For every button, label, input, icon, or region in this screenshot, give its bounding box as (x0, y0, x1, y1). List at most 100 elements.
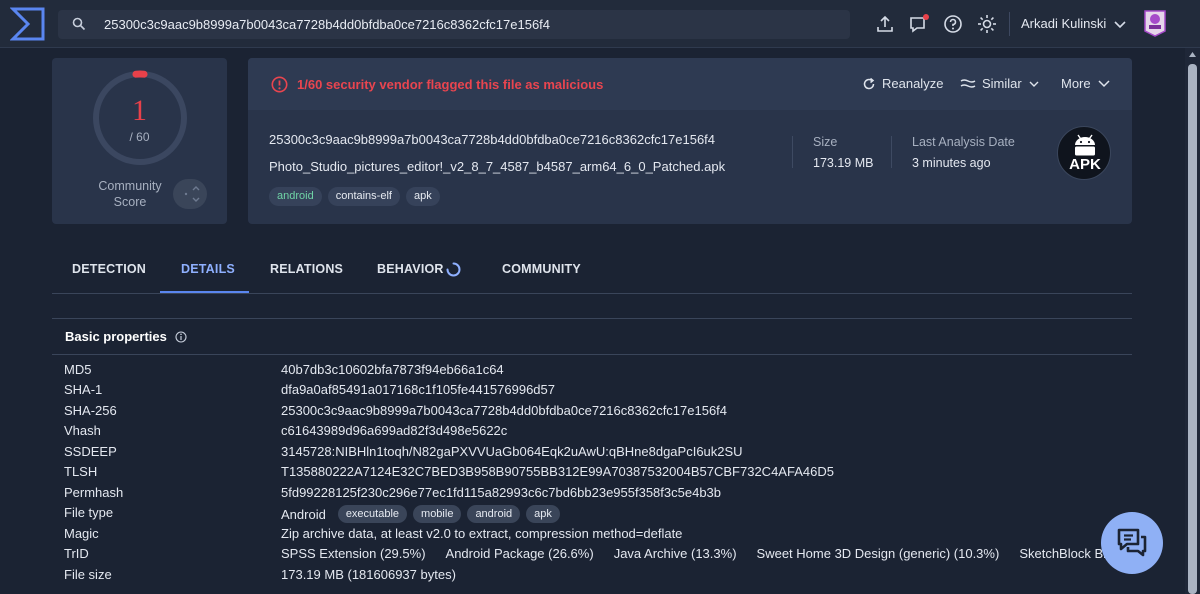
property-value[interactable]: 173.19 MB (181606937 bytes) (281, 567, 456, 582)
property-value[interactable]: dfa9a0af85491a017168c1f105fe441576996d57 (281, 382, 555, 397)
last-analysis-value: 3 minutes ago (912, 156, 991, 170)
property-key: File type (64, 505, 114, 520)
notifications-icon[interactable] (909, 14, 929, 34)
community-score-label: Community Score (80, 178, 180, 210)
upload-icon[interactable] (875, 14, 895, 34)
android-robot-icon (1075, 134, 1095, 156)
top-bar: Arkadi Kulinski (0, 0, 1200, 48)
property-key: SHA-1 (64, 382, 103, 397)
property-row-ssdeep: SSDEEP 3145728:NIBHln1toqh/N82gaPXVVUaGb… (52, 442, 1132, 462)
trid-item: SPSS Extension (29.5%) (281, 546, 426, 561)
property-row-tlsh: TLSH T135880222A7124E32C7BED3B958B90755B… (52, 462, 1132, 482)
trid-item: Android Package (26.6%) (445, 546, 594, 561)
tab-community[interactable]: COMMUNITY (502, 262, 581, 276)
search-bar[interactable] (58, 10, 850, 39)
alert-circle-icon (271, 76, 288, 93)
community-score-label-line1: Community (98, 179, 162, 193)
property-key: TrID (64, 546, 89, 561)
property-key: MD5 (64, 362, 92, 377)
avatar[interactable] (1143, 9, 1167, 37)
property-row-md5: MD5 40b7db3c10602bfa7873f94eb66a1c64 (52, 360, 1132, 380)
tag-contains-elf[interactable]: contains-elf (327, 187, 400, 206)
user-name[interactable]: Arkadi Kulinski (1021, 16, 1106, 31)
more-label: More (1061, 76, 1091, 91)
property-key: SSDEEP (64, 444, 117, 459)
alert-bar: 1/60 security vendor flagged this file a… (248, 58, 1132, 110)
property-key: Vhash (64, 423, 101, 438)
size-label: Size (813, 135, 838, 149)
theme-sun-icon[interactable] (977, 14, 997, 34)
search-icon (72, 17, 86, 31)
tab-detection[interactable]: DETECTION (72, 262, 146, 276)
file-tags: android contains-elf apk (269, 187, 440, 206)
help-icon[interactable] (943, 14, 963, 34)
file-hash[interactable]: 25300c3c9aac9b8999a7b0043ca7728b4dd0bfdb… (269, 132, 715, 147)
property-value: Android executable mobile android apk (281, 505, 560, 523)
property-value[interactable]: 5fd99228125f230c296e77ec1fd115a82993c6c7… (281, 485, 721, 500)
chevron-down-icon (1098, 79, 1110, 87)
virustotal-logo-icon[interactable] (10, 6, 46, 42)
property-key: SHA-256 (64, 403, 117, 418)
section-title: Basic properties (65, 329, 187, 344)
property-key: TLSH (64, 464, 98, 479)
community-score-vote[interactable] (173, 179, 207, 209)
scroll-up-arrow-icon[interactable] (1188, 50, 1197, 59)
scrollbar-thumb[interactable] (1188, 64, 1197, 594)
property-key: Magic (64, 526, 99, 541)
size-value: 173.19 MB (813, 156, 874, 170)
malicious-alert-text: 1/60 security vendor flagged this file a… (297, 77, 604, 92)
tag-executable[interactable]: executable (337, 505, 408, 523)
property-key: Permhash (64, 485, 124, 500)
property-row-sha1: SHA-1 dfa9a0af85491a017168c1f105fe441576… (52, 380, 1132, 400)
property-value[interactable]: c61643989d96a699ad82f3d498e5622c (281, 423, 507, 438)
tag-android[interactable]: android (467, 505, 521, 523)
property-value: SPSS Extension (29.5%) Android Package (… (281, 546, 1109, 561)
property-row-trid: TrID SPSS Extension (29.5%) Android Pack… (52, 544, 1132, 564)
tag-apk[interactable]: apk (526, 505, 560, 523)
refresh-icon (863, 77, 875, 89)
detection-total: / 60 (129, 130, 150, 144)
detection-count: 1 (132, 94, 147, 127)
last-analysis-label: Last Analysis Date (912, 135, 1015, 149)
property-row-magic: Magic Zip archive data, at least v2.0 to… (52, 524, 1132, 544)
tag-mobile[interactable]: mobile (413, 505, 462, 523)
meta-divider (792, 136, 793, 168)
community-score-label-line2: Score (113, 195, 147, 209)
search-input[interactable] (104, 10, 834, 39)
property-value[interactable]: 25300c3c9aac9b8999a7b0043ca7728b4dd0bfdb… (281, 403, 727, 418)
tab-behavior[interactable]: BEHAVIOR (377, 262, 444, 276)
vote-arrows-icon[interactable] (173, 179, 207, 209)
trid-item: Java Archive (13.3%) (613, 546, 737, 561)
file-name[interactable]: Photo_Studio_pictures_editor!_v2_8_7_458… (269, 159, 725, 174)
reanalyze-label: Reanalyze (882, 76, 944, 91)
reanalyze-button[interactable]: Reanalyze (862, 76, 943, 91)
property-value[interactable]: 40b7db3c10602bfa7873f94eb66a1c64 (281, 362, 504, 377)
active-tab-indicator (160, 291, 249, 293)
info-icon[interactable] (175, 330, 187, 343)
property-value[interactable]: Zip archive data, at least v2.0 to extra… (281, 526, 682, 541)
file-type-label: APK (1069, 156, 1101, 173)
file-summary-card: 1/60 security vendor flagged this file a… (248, 58, 1132, 224)
property-value[interactable]: 3145728:NIBHln1toqh/N82gaPXVVUaGb064Eqk2… (281, 444, 743, 459)
meta-divider (891, 136, 892, 168)
property-row-permhash: Permhash 5fd99228125f230c296e77ec1fd115a… (52, 483, 1132, 503)
more-dropdown[interactable]: More (1061, 76, 1111, 91)
tag-android[interactable]: android (269, 187, 322, 206)
report-tabs: DETECTION DETAILS RELATIONS BEHAVIOR COM… (52, 248, 1132, 294)
toolbar-divider (1009, 12, 1010, 36)
file-type-badge: APK (1057, 126, 1111, 180)
tab-relations[interactable]: RELATIONS (270, 262, 343, 276)
trid-item: Sweet Home 3D Design (generic) (10.3%) (756, 546, 1000, 561)
chat-support-button[interactable] (1101, 512, 1163, 574)
property-row-file-size: File size 173.19 MB (181606937 bytes) (52, 565, 1132, 585)
chat-bubbles-icon (1117, 528, 1147, 557)
tab-details[interactable]: DETAILS (181, 262, 235, 276)
property-key: File size (64, 567, 112, 582)
section-divider (52, 354, 1132, 355)
chevron-down-icon[interactable] (1113, 17, 1127, 31)
property-value[interactable]: T135880222A7124E32C7BED3B958B90755BB312E… (281, 464, 834, 479)
property-row-sha256: SHA-256 25300c3c9aac9b8999a7b0043ca7728b… (52, 401, 1132, 421)
tag-apk[interactable]: apk (405, 187, 440, 206)
similar-icon (960, 78, 976, 88)
similar-dropdown[interactable]: Similar (960, 76, 1040, 91)
